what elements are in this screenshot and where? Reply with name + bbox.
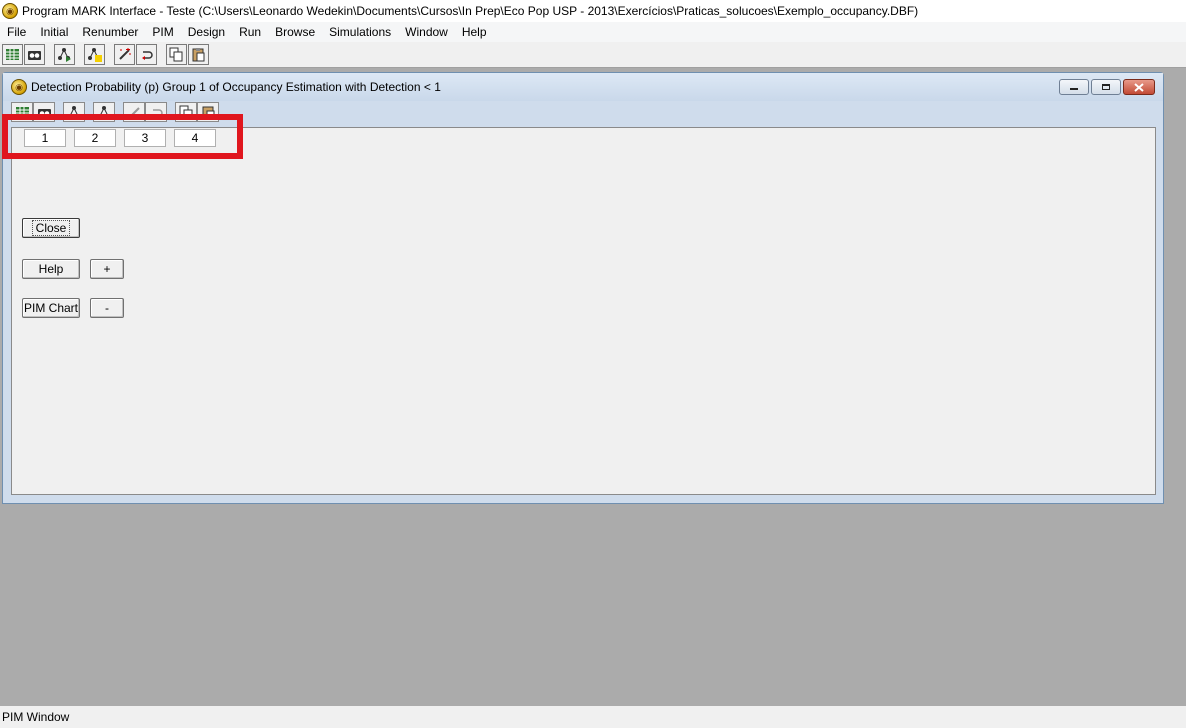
mark-app-icon: ◉: [2, 3, 18, 19]
plus-button-label: +: [103, 262, 111, 276]
status-bar: PIM Window: [0, 706, 1186, 728]
restore-button[interactable]: [1091, 79, 1121, 95]
pim-chart-button[interactable]: PIM Chart: [22, 298, 80, 318]
menu-browse[interactable]: Browse: [268, 25, 322, 39]
pim-client-area: 1 2 3 4 Close Help + PIM Chart -: [11, 127, 1156, 495]
camera-icon: [28, 51, 41, 60]
pim-chart-button-label: PIM Chart: [23, 301, 78, 315]
restore-icon: [1102, 84, 1110, 90]
window-close-button[interactable]: [1123, 79, 1155, 95]
pim-window-title: Detection Probability (p) Group 1 of Occ…: [31, 80, 441, 94]
undo-button[interactable]: [136, 44, 157, 65]
menu-renumber[interactable]: Renumber: [75, 25, 145, 39]
copy-icon: [169, 47, 183, 62]
tree-results-button[interactable]: [84, 44, 105, 65]
tree-results-icon: [88, 48, 102, 62]
menu-run[interactable]: Run: [232, 25, 268, 39]
undo-icon: [142, 51, 153, 60]
spreadsheet-icon: [6, 49, 19, 60]
app-title: Program MARK Interface - Teste (C:\Users…: [22, 4, 919, 18]
minus-button[interactable]: -: [90, 298, 124, 318]
tree-run-button[interactable]: [54, 44, 75, 65]
tree-run-icon: [58, 48, 71, 62]
menu-simulations[interactable]: Simulations: [322, 25, 398, 39]
magic-wand-icon: [119, 48, 131, 60]
close-button-label: Close: [31, 220, 71, 236]
paste-button[interactable]: [188, 44, 209, 65]
menu-help[interactable]: Help: [455, 25, 494, 39]
menu-window[interactable]: Window: [398, 25, 455, 39]
magic-wand-button[interactable]: [114, 44, 135, 65]
pim-window-icon: ◉: [11, 79, 27, 95]
paste-icon: [192, 48, 205, 62]
copy-button[interactable]: [166, 44, 187, 65]
camera-button[interactable]: [24, 44, 45, 65]
menu-pim[interactable]: PIM: [145, 25, 180, 39]
close-button[interactable]: Close: [22, 218, 80, 238]
close-icon: [1134, 82, 1144, 92]
status-text: PIM Window: [2, 710, 70, 724]
menu-design[interactable]: Design: [181, 25, 232, 39]
plus-button[interactable]: +: [90, 259, 124, 279]
help-button[interactable]: Help: [22, 259, 80, 279]
pim-window-title-bar: ◉ Detection Probability (p) Group 1 of O…: [3, 73, 1163, 101]
highlight-annotation: [2, 114, 243, 159]
menu-file[interactable]: File: [0, 25, 33, 39]
minus-button-label: -: [105, 301, 109, 315]
app-title-bar: ◉ Program MARK Interface - Teste (C:\Use…: [0, 0, 1186, 22]
minimize-icon: [1070, 88, 1078, 90]
menu-initial[interactable]: Initial: [33, 25, 75, 39]
spreadsheet-button[interactable]: [2, 44, 23, 65]
menu-bar: File Initial Renumber PIM Design Run Bro…: [0, 22, 1186, 42]
help-button-label: Help: [38, 262, 64, 276]
minimize-button[interactable]: [1059, 79, 1089, 95]
main-toolbar: [0, 42, 1186, 68]
